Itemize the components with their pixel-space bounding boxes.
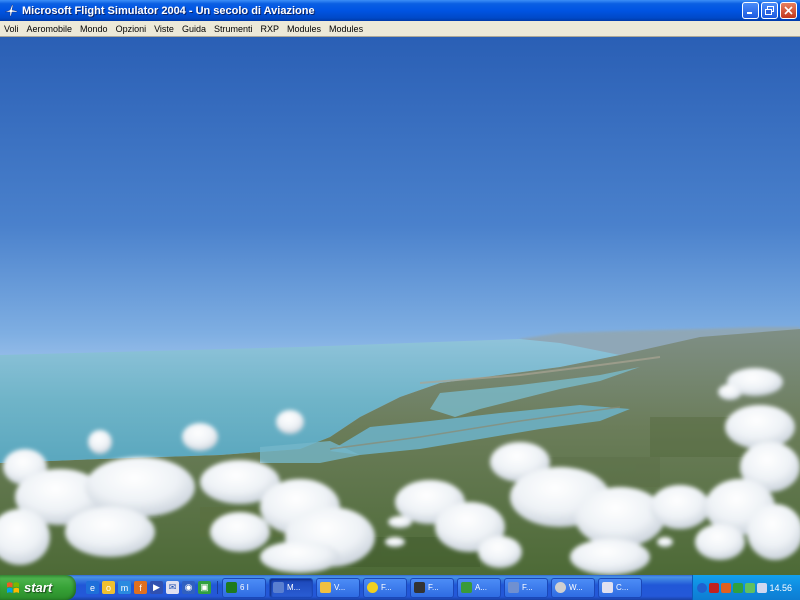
wheel-icon [555,582,566,593]
quick-launch: e o m f ▶ ✉ ◉ ▣ [86,581,218,594]
start-label: start [24,580,53,595]
task-tool[interactable]: A... [457,577,501,598]
menu-mondo[interactable]: Mondo [76,21,112,37]
windows-logo-icon [7,581,19,593]
menu-modules-2[interactable]: Modules [325,21,367,37]
volume-icon[interactable] [757,582,767,593]
fs-icon [273,582,284,593]
doc-icon [602,582,613,593]
monitor-icon [414,582,425,593]
mail-icon[interactable]: ✉ [166,581,179,594]
task-list: 6 I M... V... F... F... A... F... W... C… [222,577,642,598]
menu-aeromobile[interactable]: Aeromobile [23,21,77,37]
task-label: F... [381,583,392,592]
plane-icon [508,582,519,593]
tray-app3-icon[interactable] [733,582,743,593]
messenger-icon[interactable]: m [118,581,131,594]
restore-button[interactable] [761,2,778,19]
start-button[interactable]: start [0,575,76,600]
tray-app2-icon[interactable] [721,582,731,593]
task-label: 6 I [240,583,249,592]
task-label: C... [616,583,629,592]
ie-icon[interactable]: e [86,581,99,594]
task-flight-sim[interactable]: M... [269,577,313,598]
menu-guida[interactable]: Guida [178,21,210,37]
clock[interactable]: 14.56 [769,583,792,593]
menu-voli[interactable]: Voli [0,21,23,37]
task-smiley[interactable]: F... [363,577,407,598]
media-icon[interactable]: ▶ [150,581,163,594]
excel-icon [226,582,237,593]
outlook-icon[interactable]: o [102,581,115,594]
task-label: V... [334,583,346,592]
system-tray: 14.56 [692,575,800,600]
tray-arrow-icon[interactable] [697,582,707,593]
tool-icon [461,582,472,593]
task-excel[interactable]: 6 I [222,577,266,598]
close-button[interactable] [780,2,797,19]
task-folder[interactable]: V... [316,577,360,598]
window-title: Microsoft Flight Simulator 2004 - Un sec… [22,4,315,17]
task-label: F... [522,583,533,592]
task-plane[interactable]: F... [504,577,548,598]
menu-strumenti[interactable]: Strumenti [210,21,257,37]
network-icon[interactable] [745,582,755,593]
taskbar: start e o m f ▶ ✉ ◉ ▣ 6 I M... V... F...… [0,575,800,600]
smiley-icon [367,582,378,593]
menu-opzioni[interactable]: Opzioni [112,21,151,37]
flight-sim-view[interactable] [0,37,800,575]
minimize-button[interactable] [742,2,759,19]
airplane-icon[interactable] [4,4,18,18]
app2-icon[interactable]: ▣ [198,581,211,594]
task-label: A... [475,583,488,592]
tray-app-icon[interactable] [709,582,719,593]
task-label: F... [428,583,439,592]
task-monitor[interactable]: F... [410,577,454,598]
menu-rxp[interactable]: RXP [257,21,284,37]
task-doc[interactable]: C... [598,577,642,598]
menu-modules[interactable]: Modules [283,21,325,37]
task-wheel[interactable]: W... [551,577,595,598]
menu-bar: Voli Aeromobile Mondo Opzioni Viste Guid… [0,21,800,37]
menu-viste[interactable]: Viste [150,21,178,37]
title-bar[interactable]: Microsoft Flight Simulator 2004 - Un sec… [0,0,800,21]
firefox-icon[interactable]: f [134,581,147,594]
app-icon[interactable]: ◉ [182,581,195,594]
task-label: W... [569,583,583,592]
folder-icon [320,582,331,593]
task-label: M... [287,583,301,592]
